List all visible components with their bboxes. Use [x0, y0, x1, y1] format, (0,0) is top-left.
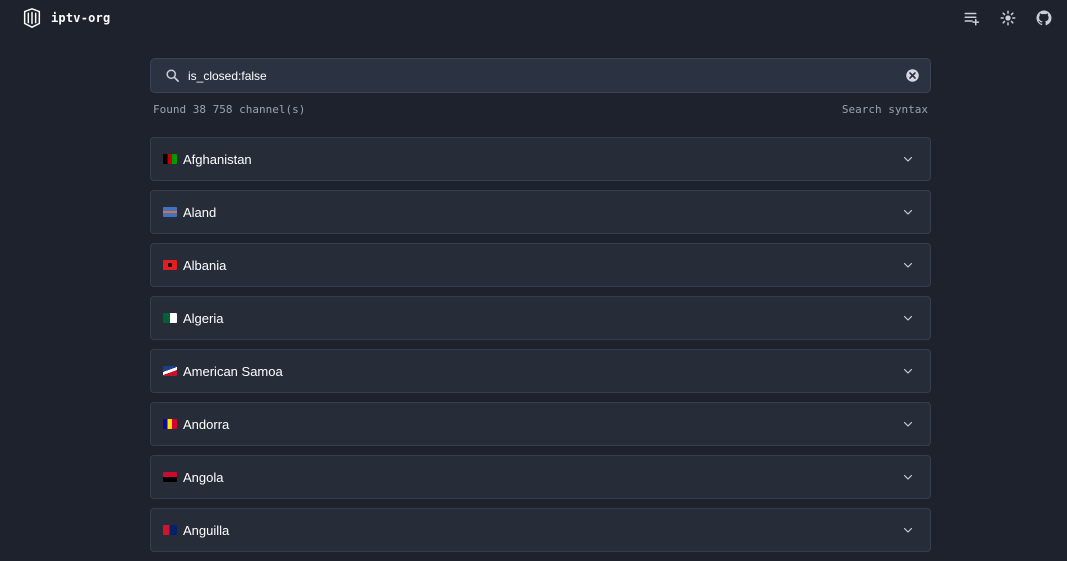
search-input[interactable]: [188, 59, 905, 92]
chevron-down-icon: [903, 156, 913, 162]
flag-dz-icon: [163, 313, 177, 323]
country-name: American Samoa: [183, 363, 283, 379]
chevron-down-icon: [903, 262, 913, 268]
search-icon: [166, 69, 179, 82]
search-syntax-link[interactable]: Search syntax: [842, 103, 928, 117]
country-item-american-samoa[interactable]: American Samoa: [150, 349, 931, 393]
country-item-angola[interactable]: Angola: [150, 455, 931, 499]
chevron-down-icon: [903, 421, 913, 427]
chevron-down-icon: [903, 315, 913, 321]
country-name: Afghanistan: [183, 151, 252, 167]
country-list: Afghanistan Aland Albania Algeria Americ…: [150, 137, 931, 561]
country-item-afghanistan[interactable]: Afghanistan: [150, 137, 931, 181]
country-name: Albania: [183, 257, 227, 273]
country-item-aland[interactable]: Aland: [150, 190, 931, 234]
flag-ad-icon: [163, 419, 177, 429]
flag-as-icon: [163, 366, 177, 376]
country-item-anguilla[interactable]: Anguilla: [150, 508, 931, 552]
chevron-down-icon: [903, 209, 913, 215]
flag-ao-icon: [163, 472, 177, 482]
flag-al-icon: [163, 260, 177, 270]
github-icon: [1036, 10, 1052, 26]
sun-icon: [1000, 10, 1016, 26]
country-name: Anguilla: [183, 522, 230, 538]
results-meta: Found 38 758 channel(s) Search syntax: [150, 103, 931, 117]
logo-link[interactable]: iptv-org: [21, 7, 110, 29]
flag-ai-icon: [163, 525, 177, 535]
github-button[interactable]: [1033, 8, 1055, 28]
chevron-down-icon: [903, 368, 913, 374]
search-box: [150, 58, 931, 93]
flag-ax-icon: [163, 207, 177, 217]
results-count: Found 38 758 channel(s): [153, 103, 306, 116]
playlist-add-icon: [964, 12, 980, 26]
header-actions: [961, 8, 1055, 28]
country-name: Aland: [183, 204, 217, 220]
brand-name: iptv-org: [51, 11, 111, 25]
clear-search-icon[interactable]: [905, 68, 920, 83]
country-item-andorra[interactable]: Andorra: [150, 402, 931, 446]
iptv-logo-icon: [23, 8, 41, 28]
country-item-albania[interactable]: Albania: [150, 243, 931, 287]
top-bar: iptv-org: [0, 0, 1067, 36]
country-name: Algeria: [183, 310, 224, 326]
country-name: Angola: [183, 469, 224, 485]
chevron-down-icon: [903, 527, 913, 533]
theme-toggle-button[interactable]: [997, 8, 1019, 28]
chevron-down-icon: [903, 474, 913, 480]
country-item-algeria[interactable]: Algeria: [150, 296, 931, 340]
flag-af-icon: [163, 154, 177, 164]
country-name: Andorra: [183, 416, 230, 432]
playlist-button[interactable]: [961, 8, 983, 28]
